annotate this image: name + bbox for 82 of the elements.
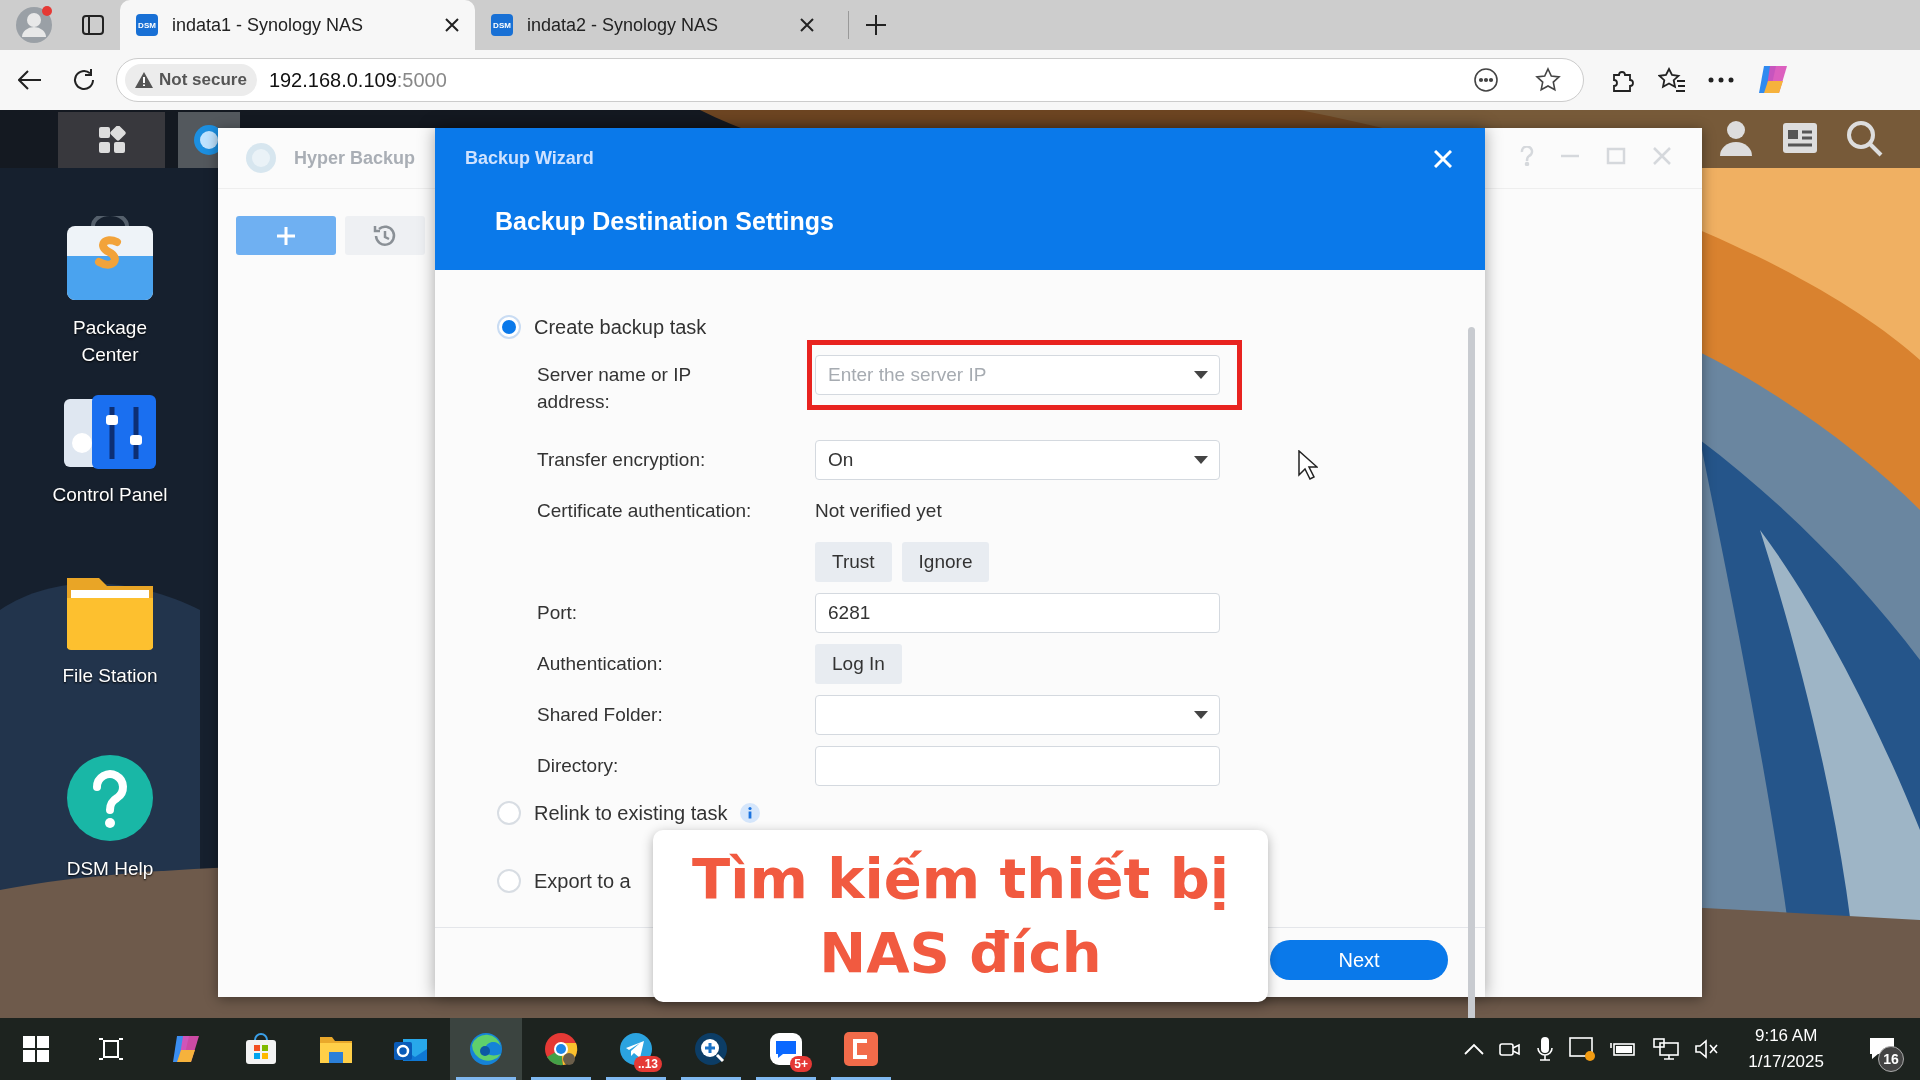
- question-mark-icon: [65, 753, 155, 843]
- dropdown-caret-icon: [1194, 371, 1208, 379]
- dialog-heading: Backup Destination Settings: [495, 207, 834, 236]
- desktop-icon-label[interactable]: Package Center: [50, 314, 170, 368]
- read-aloud-icon[interactable]: [1473, 67, 1499, 93]
- history-icon: [372, 222, 398, 249]
- back-icon[interactable]: [18, 70, 42, 90]
- shopping-bag-icon: [244, 1032, 278, 1066]
- info-icon[interactable]: [740, 803, 761, 823]
- clock[interactable]: 9:16 AM 1/17/2025: [1748, 1023, 1824, 1075]
- folder-icon: [319, 1034, 353, 1064]
- status-text: Not verified yet: [815, 499, 942, 523]
- address-bar[interactable]: Not secure 192.168.0.109:5000: [116, 58, 1584, 102]
- dropdown-field[interactable]: On: [815, 440, 1220, 480]
- muted-speaker-icon[interactable]: [1694, 1038, 1721, 1060]
- dropdown-field[interactable]: Enter the server IP: [815, 355, 1220, 395]
- field-label: Directory:: [537, 754, 620, 778]
- tab-actions-icon[interactable]: [82, 14, 104, 36]
- notification-count: 5+: [790, 1056, 812, 1072]
- radio-button[interactable]: [497, 315, 521, 339]
- desktop-icon-label[interactable]: File Station: [50, 662, 170, 689]
- scrollbar[interactable]: [1468, 327, 1475, 1018]
- plus-icon: [276, 225, 296, 246]
- chevron-up-icon[interactable]: [1464, 1043, 1485, 1055]
- field-label: Shared Folder:: [537, 703, 664, 727]
- shopping-bag-icon: [65, 216, 155, 302]
- close-icon[interactable]: [445, 18, 459, 32]
- more-icon[interactable]: [1708, 77, 1734, 83]
- close-icon[interactable]: [800, 18, 814, 32]
- action-button[interactable]: Log In: [815, 644, 902, 684]
- radio-button[interactable]: [497, 869, 521, 893]
- new-tab-icon[interactable]: [865, 14, 887, 36]
- action-button[interactable]: Trust: [815, 542, 892, 582]
- magnifier-plus-icon: [693, 1031, 729, 1067]
- next-button[interactable]: Next: [1270, 940, 1448, 980]
- field-label: Transfer encryption:: [537, 448, 707, 472]
- task-view-icon: [98, 1036, 124, 1062]
- microphone-icon[interactable]: [1536, 1036, 1555, 1062]
- option-label[interactable]: Relink to existing task: [534, 801, 728, 825]
- security-indicator[interactable]: Not secure: [125, 64, 257, 96]
- radio-button[interactable]: [497, 801, 521, 825]
- mouse-pointer-icon: [1298, 450, 1318, 480]
- window-title: Hyper Backup: [294, 147, 416, 169]
- browser-tab[interactable]: DSM indata1 - Synology NAS: [120, 0, 475, 50]
- bracket-icon: [843, 1031, 879, 1067]
- grid-icon: [97, 126, 126, 154]
- notification-count: ..13: [634, 1056, 662, 1072]
- start-icon: [23, 1036, 49, 1062]
- main-menu-button[interactable]: [58, 112, 165, 168]
- dropdown-caret-icon: [1194, 711, 1208, 719]
- browser-icon: [543, 1031, 579, 1067]
- browser-tab[interactable]: DSM indata2 - Synology NAS: [475, 0, 830, 50]
- history-button[interactable]: [345, 216, 425, 255]
- action-button[interactable]: Ignore: [901, 542, 990, 582]
- input-field[interactable]: [815, 746, 1220, 786]
- field-label: Port:: [537, 601, 579, 625]
- notification-button[interactable]: 16: [1858, 1024, 1906, 1074]
- favorites-icon[interactable]: [1658, 67, 1686, 93]
- tab-favicon: DSM: [136, 14, 158, 36]
- browser-icon: [468, 1031, 504, 1067]
- taskbar-button[interactable]: ..13: [600, 1018, 672, 1080]
- field-label: Certificate authentication:: [537, 499, 753, 523]
- reload-icon[interactable]: [72, 68, 96, 92]
- input-field[interactable]: 6281: [815, 593, 1220, 633]
- favorite-star-icon[interactable]: [1535, 67, 1561, 93]
- dropdown-caret-icon: [1194, 456, 1208, 464]
- tab-favicon: DSM: [491, 14, 513, 36]
- taskbar-button[interactable]: 5+: [750, 1018, 822, 1080]
- sliders-icon: [64, 395, 156, 469]
- field-label: Server name or IP address:: [537, 363, 692, 414]
- network-icon[interactable]: [1652, 1037, 1681, 1061]
- profile-avatar[interactable]: [14, 5, 54, 45]
- caption-text: Tìm kiếm thiết bị NAS đích: [653, 830, 1268, 1002]
- field-label: Authentication:: [537, 652, 664, 676]
- option-label[interactable]: Create backup task: [534, 315, 707, 339]
- option-label[interactable]: Export to a: [534, 869, 631, 893]
- dialog-title: Backup Wizard: [465, 148, 594, 169]
- desktop-icon-label[interactable]: DSM Help: [50, 855, 170, 882]
- app-logo-icon: [244, 141, 278, 175]
- desktop-icon-label[interactable]: Control Panel: [50, 481, 170, 508]
- search-icon[interactable]: [1844, 118, 1884, 158]
- dropdown-field[interactable]: [815, 695, 1220, 735]
